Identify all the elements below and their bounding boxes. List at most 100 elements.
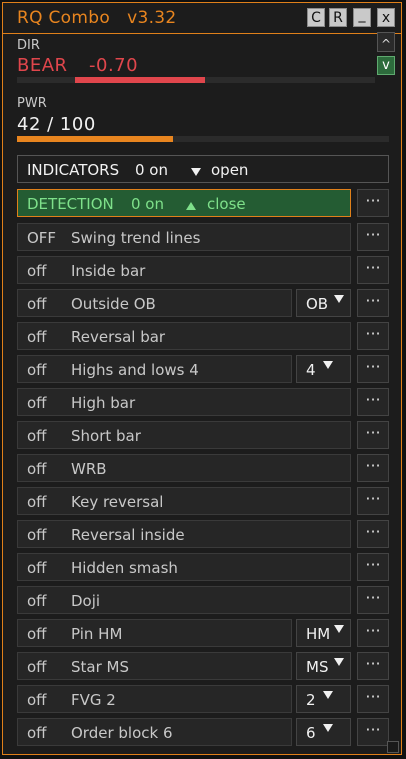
row-select-value: MS [306, 658, 329, 676]
row-name: Star MS [71, 658, 129, 676]
detection-more-button[interactable]: ··· [357, 189, 389, 217]
row-more-button[interactable]: ··· [357, 421, 389, 449]
c-button[interactable]: C [307, 8, 325, 27]
detection-row[interactable]: off Short bar [17, 421, 351, 449]
pwr-bar-track [17, 136, 389, 142]
row-name: Reversal bar [71, 328, 166, 346]
row-state: off [27, 262, 47, 280]
row-state: off [27, 559, 47, 577]
row-state: off [27, 625, 47, 643]
row-more-button[interactable]: ··· [357, 520, 389, 548]
detection-row[interactable]: off WRB [17, 454, 351, 482]
detection-count: 0 on [131, 195, 164, 213]
row-select-value: 6 [306, 724, 316, 742]
row-name: Key reversal [71, 493, 164, 511]
row-name: Order block 6 [71, 724, 173, 742]
row-select[interactable]: 4 [296, 355, 351, 383]
detection-row[interactable]: off Inside bar [17, 256, 351, 284]
row-more-button[interactable]: ··· [357, 487, 389, 515]
detection-header[interactable]: DETECTION 0 on close [17, 189, 351, 217]
detection-row[interactable]: off Key reversal [17, 487, 351, 515]
row-more-button[interactable]: ··· [357, 454, 389, 482]
row-select[interactable]: MS [296, 652, 351, 680]
detection-row[interactable]: off Reversal inside [17, 520, 351, 548]
rq-combo-panel: RQ Combo v3.32 C R _ x ^ v DIR BEAR -0.7… [2, 2, 402, 755]
detection-row[interactable]: OFF Swing trend lines [17, 223, 351, 251]
r-button[interactable]: R [329, 8, 347, 27]
row-select[interactable]: OB [296, 289, 351, 317]
row-state: off [27, 592, 47, 610]
detection-row[interactable]: off High bar [17, 388, 351, 416]
detection-row[interactable]: off Hidden smash [17, 553, 351, 581]
chevron-down-icon [334, 658, 344, 666]
detection-label: DETECTION [27, 195, 114, 213]
row-name: Hidden smash [71, 559, 178, 577]
row-more-button[interactable]: ··· [357, 289, 389, 317]
indicators-header[interactable]: INDICATORS 0 on open [17, 155, 389, 183]
chevron-down-icon [191, 168, 201, 176]
row-more-button[interactable]: ··· [357, 619, 389, 647]
resize-handle[interactable] [387, 741, 399, 753]
detection-row[interactable]: off Star MS [17, 652, 292, 680]
indicators-action: open [211, 161, 249, 179]
indicators-count: 0 on [135, 161, 168, 179]
row-name: Highs and lows 4 [71, 361, 199, 379]
row-state: off [27, 361, 47, 379]
row-name: High bar [71, 394, 136, 412]
row-state: off [27, 691, 47, 709]
row-state: off [27, 724, 47, 742]
chevron-down-icon [334, 295, 344, 303]
dir-bar-track [17, 77, 375, 83]
row-state: off [27, 658, 47, 676]
row-more-button[interactable]: ··· [357, 718, 389, 746]
dir-signal: BEAR [17, 55, 68, 76]
row-more-button[interactable]: ··· [357, 322, 389, 350]
row-select-value: 2 [306, 691, 316, 709]
detection-row[interactable]: off Doji [17, 586, 351, 614]
detection-row[interactable]: off Order block 6 [17, 718, 292, 746]
detection-row[interactable]: off Highs and lows 4 [17, 355, 292, 383]
row-state: off [27, 427, 47, 445]
detection-action: close [207, 195, 246, 213]
row-select[interactable]: 2 [296, 685, 351, 713]
detection-row[interactable]: off FVG 2 [17, 685, 292, 713]
pwr-value: 42 / 100 [17, 114, 96, 135]
chevron-down-icon [334, 625, 344, 633]
chevron-down-icon [323, 691, 333, 699]
row-name: Reversal inside [71, 526, 185, 544]
minimize-button[interactable]: _ [353, 8, 371, 27]
panel-title: RQ Combo v3.32 [17, 8, 177, 28]
row-more-button[interactable]: ··· [357, 256, 389, 284]
indicators-label: INDICATORS [27, 161, 120, 179]
row-more-button[interactable]: ··· [357, 586, 389, 614]
row-name: Outside OB [71, 295, 156, 313]
detection-row[interactable]: off Outside OB [17, 289, 292, 317]
row-select[interactable]: 6 [296, 718, 351, 746]
row-state: off [27, 526, 47, 544]
row-more-button[interactable]: ··· [357, 355, 389, 383]
row-more-button[interactable]: ··· [357, 223, 389, 251]
scroll-down-button[interactable]: v [377, 56, 395, 75]
row-state: OFF [27, 229, 57, 247]
title-bar[interactable]: RQ Combo v3.32 C R _ x [3, 3, 401, 34]
detection-row[interactable]: off Reversal bar [17, 322, 351, 350]
row-state: off [27, 328, 47, 346]
dir-bar-fill [75, 77, 205, 83]
row-name: WRB [71, 460, 107, 478]
row-select[interactable]: HM [296, 619, 351, 647]
row-name: Swing trend lines [71, 229, 201, 247]
row-more-button[interactable]: ··· [357, 685, 389, 713]
row-more-button[interactable]: ··· [357, 652, 389, 680]
row-name: Doji [71, 592, 101, 610]
row-state: off [27, 493, 47, 511]
detection-row[interactable]: off Pin HM [17, 619, 292, 647]
chevron-down-icon [323, 361, 333, 369]
row-select-value: HM [306, 625, 331, 643]
row-name: Pin HM [71, 625, 123, 643]
row-state: off [27, 295, 47, 313]
row-more-button[interactable]: ··· [357, 388, 389, 416]
close-button[interactable]: x [377, 8, 395, 27]
row-more-button[interactable]: ··· [357, 553, 389, 581]
chevron-down-icon [323, 724, 333, 732]
scroll-up-button[interactable]: ^ [377, 32, 395, 52]
